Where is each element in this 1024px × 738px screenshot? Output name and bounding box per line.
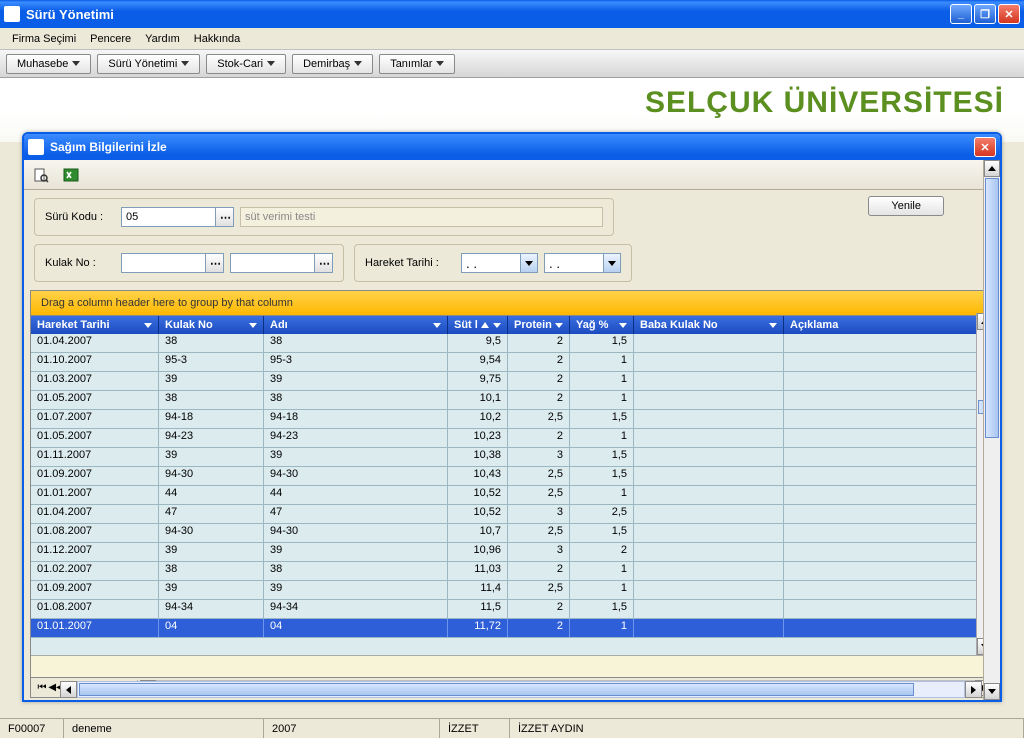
- kulak-no-from-browse[interactable]: ⋯: [206, 253, 224, 273]
- table-row[interactable]: 01.10.200795-395-39,5421: [31, 353, 993, 372]
- brand-title: SELÇUK ÜNİVERSİTESİ: [645, 86, 1004, 120]
- status-user-short: İZZET: [440, 719, 510, 738]
- table-row[interactable]: 01.12.2007393910,9632: [31, 543, 993, 562]
- main-menu: Firma Seçimi Pencere Yardım Hakkında: [0, 28, 1024, 50]
- menu-hakkinda[interactable]: Hakkında: [188, 31, 246, 47]
- grouping-bar[interactable]: Drag a column header here to group by th…: [31, 291, 993, 316]
- inner-window: Sağım Bilgilerini İzle ✕ Sürü Kodu : 05 …: [22, 132, 1002, 702]
- col-yag[interactable]: Yağ %: [570, 316, 634, 334]
- app-icon: [4, 6, 20, 22]
- table-row[interactable]: 01.02.2007383811,0321: [31, 562, 993, 581]
- grid-header: Hareket Tarihi Kulak No Adı Süt l Protei…: [31, 316, 993, 334]
- col-aciklama[interactable]: Açıklama: [784, 316, 993, 334]
- restore-button[interactable]: ❐: [974, 4, 996, 24]
- col-sut[interactable]: Süt l: [448, 316, 508, 334]
- inner-close-button[interactable]: ✕: [974, 137, 996, 157]
- export-excel-icon[interactable]: [60, 164, 82, 186]
- yenile-button[interactable]: Yenile: [868, 196, 944, 216]
- table-row[interactable]: 01.04.2007474710,5232,5: [31, 505, 993, 524]
- chevron-down-icon: [436, 61, 444, 66]
- status-year: 2007: [264, 719, 440, 738]
- toolbar-suru-yonetimi[interactable]: Sürü Yönetimi: [97, 54, 200, 74]
- chevron-down-icon: [267, 61, 275, 66]
- table-row[interactable]: 01.11.2007393910,3831,5: [31, 448, 993, 467]
- table-row[interactable]: 01.08.200794-3494-3411,521,5: [31, 600, 993, 619]
- inner-window-title: Sağım Bilgilerini İzle: [50, 140, 974, 154]
- menu-firma-secimi[interactable]: Firma Seçimi: [6, 31, 82, 47]
- data-grid: Drag a column header here to group by th…: [30, 290, 994, 698]
- close-button[interactable]: ✕: [998, 4, 1020, 24]
- chevron-down-icon[interactable]: [521, 253, 538, 273]
- table-row[interactable]: 01.01.2007444410,522,51: [31, 486, 993, 505]
- suru-name-readonly: süt verimi testi: [240, 207, 603, 227]
- scroll-thumb[interactable]: [985, 178, 999, 438]
- chevron-down-icon[interactable]: [604, 253, 621, 273]
- table-row[interactable]: 01.07.200794-1894-1810,22,51,5: [31, 410, 993, 429]
- toolbar-demirbas[interactable]: Demirbaş: [292, 54, 373, 74]
- chevron-down-icon: [354, 61, 362, 66]
- table-row[interactable]: 01.05.200794-2394-2310,2321: [31, 429, 993, 448]
- main-titlebar: Sürü Yönetimi _ ❐ ✕: [0, 0, 1024, 28]
- table-row[interactable]: 01.03.200739399,7521: [31, 372, 993, 391]
- table-row[interactable]: 01.05.2007383810,121: [31, 391, 993, 410]
- inner-toolbar: [24, 160, 1000, 190]
- menu-pencere[interactable]: Pencere: [84, 31, 137, 47]
- col-baba-kulak-no[interactable]: Baba Kulak No: [634, 316, 784, 334]
- toolbar-muhasebe[interactable]: Muhasebe: [6, 54, 91, 74]
- status-user-full: İZZET AYDIN: [510, 719, 1024, 738]
- nav-first[interactable]: ⏮: [35, 680, 49, 696]
- scroll-up-icon[interactable]: [984, 160, 1000, 177]
- grid-body[interactable]: 01.04.200738389,521,501.10.200795-395-39…: [31, 334, 993, 655]
- table-row[interactable]: 01.08.200794-3094-3010,72,51,5: [31, 524, 993, 543]
- chevron-down-icon: [181, 61, 189, 66]
- main-toolbar: Muhasebe Sürü Yönetimi Stok-Cari Demirba…: [0, 50, 1024, 78]
- table-row[interactable]: 01.09.2007393911,42,51: [31, 581, 993, 600]
- toolbar-tanimlar[interactable]: Tanımlar: [379, 54, 455, 74]
- inner-vscroll[interactable]: [983, 160, 1000, 700]
- table-row[interactable]: 01.04.200738389,521,5: [31, 334, 993, 353]
- minimize-button[interactable]: _: [950, 4, 972, 24]
- menu-yardim[interactable]: Yardım: [139, 31, 186, 47]
- date-from-combo[interactable]: [461, 253, 538, 273]
- form-area: Sürü Kodu : 05 ⋯ süt verimi testi Yenile…: [24, 190, 1000, 290]
- kulak-no-label: Kulak No :: [45, 257, 115, 269]
- scroll-right-icon[interactable]: [965, 681, 982, 698]
- suru-kodu-label: Sürü Kodu :: [45, 211, 115, 223]
- col-adi[interactable]: Adı: [264, 316, 448, 334]
- kulak-no-to-browse[interactable]: ⋯: [315, 253, 333, 273]
- window-title: Sürü Yönetimi: [26, 7, 950, 22]
- kulak-no-to-input[interactable]: [230, 253, 315, 273]
- col-kulak-no[interactable]: Kulak No: [159, 316, 264, 334]
- suru-kodu-browse-button[interactable]: ⋯: [216, 207, 234, 227]
- table-row[interactable]: 01.09.200794-3094-3010,432,51,5: [31, 467, 993, 486]
- scroll-left-icon[interactable]: [60, 681, 77, 698]
- suru-kodu-input[interactable]: 05: [121, 207, 216, 227]
- scroll-thumb[interactable]: [79, 683, 914, 696]
- status-code: F00007: [0, 719, 64, 738]
- col-hareket-tarihi[interactable]: Hareket Tarihi: [31, 316, 159, 334]
- inner-titlebar: Sağım Bilgilerini İzle ✕: [24, 134, 1000, 160]
- print-preview-icon[interactable]: [30, 164, 52, 186]
- kulak-no-from-input[interactable]: [121, 253, 206, 273]
- inner-hscroll[interactable]: [60, 681, 982, 698]
- app-icon: [28, 139, 44, 155]
- sort-asc-icon: [481, 322, 489, 328]
- col-protein[interactable]: Protein: [508, 316, 570, 334]
- date-to-combo[interactable]: [544, 253, 621, 273]
- hareket-tarihi-label: Hareket Tarihi :: [365, 257, 455, 269]
- grid-summary-row: [31, 655, 993, 677]
- status-firma: deneme: [64, 719, 264, 738]
- statusbar: F00007 deneme 2007 İZZET İZZET AYDIN: [0, 718, 1024, 738]
- chevron-down-icon: [72, 61, 80, 66]
- scroll-down-icon[interactable]: [984, 683, 1000, 700]
- toolbar-stok-cari[interactable]: Stok-Cari: [206, 54, 286, 74]
- table-row[interactable]: 01.01.2007040411,7221: [31, 619, 993, 638]
